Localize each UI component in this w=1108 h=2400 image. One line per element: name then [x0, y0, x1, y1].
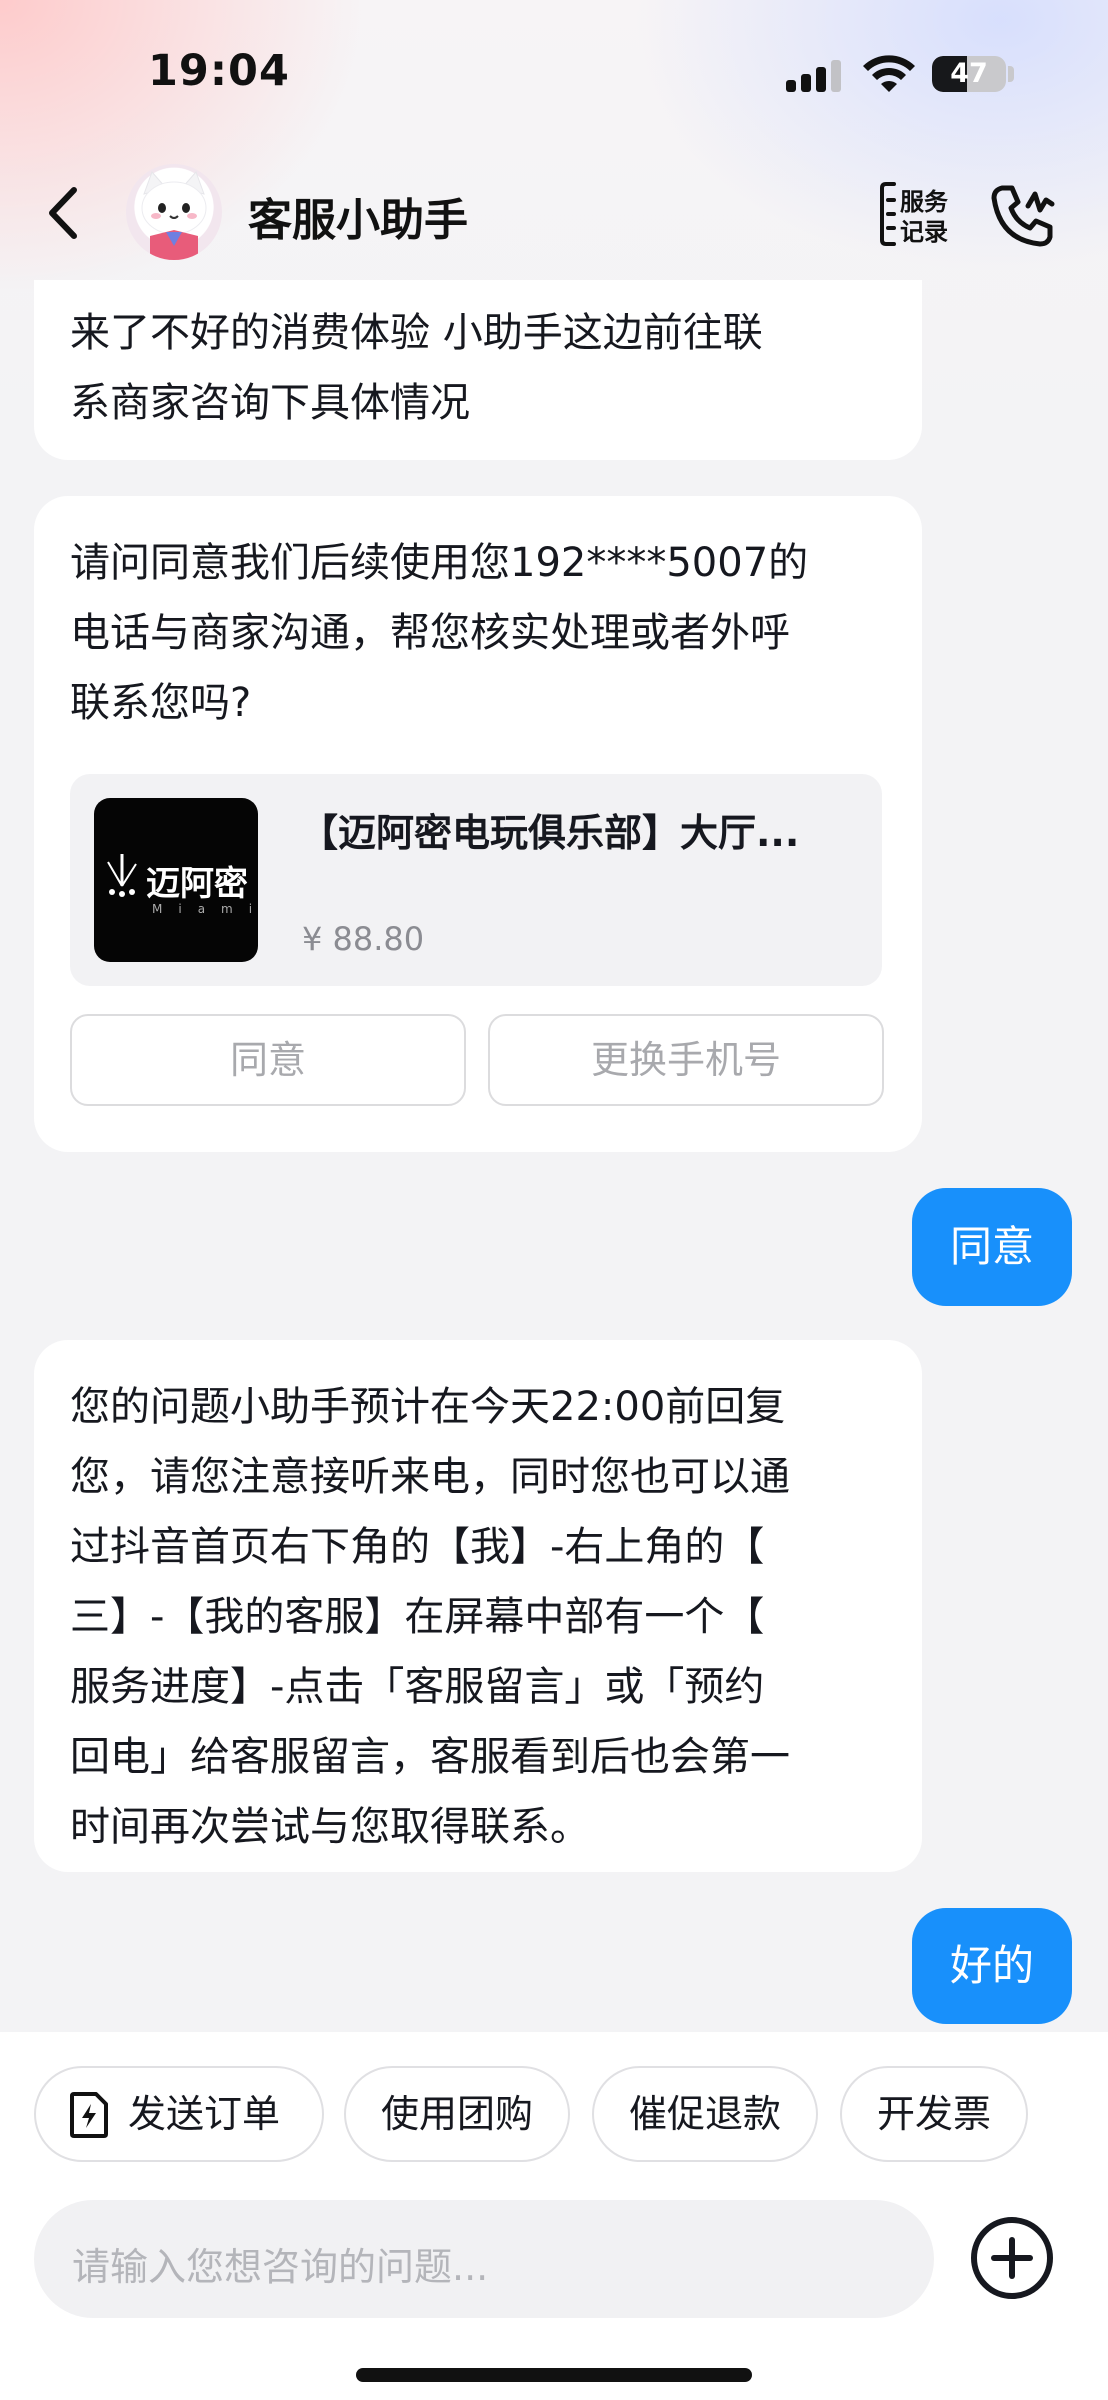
message-text: 您的问题小助手预计在今天22:00前回复 您，请您注意接听来电，同时您也可以通 … [70, 1372, 894, 1862]
logo-burst-icon [107, 854, 137, 897]
service-record-label-1: 服务 [900, 188, 949, 216]
service-record-label-2: 记录 [900, 218, 948, 246]
product-logo-subtext: Miami [152, 902, 258, 916]
battery-icon: 47 [932, 56, 1006, 92]
product-image: 迈阿密 Miami [94, 798, 258, 962]
cat-mascot-icon [141, 171, 207, 260]
user-message-bubble: 同意 [912, 1188, 1072, 1306]
home-indicator [356, 2368, 752, 2382]
product-logo-text: 迈阿密 [146, 864, 248, 904]
message-line: 时间再次尝试与您取得联系。 [70, 1804, 590, 1850]
add-icon[interactable] [968, 2214, 1056, 2302]
product-price: ¥ 88.80 [302, 920, 425, 958]
bottom-panel: 发送订单 使用团购 催促退款 开发票 请输入您想咨询的问题... [0, 2032, 1108, 2400]
status-time: 19:04 [148, 46, 290, 96]
back-icon[interactable] [40, 180, 90, 246]
message-line: 系商家咨询下具体情况 [70, 380, 470, 426]
chat-area[interactable]: 小助手这边了解情况了 非常抱歉给您带 来了不好的消费体验 小助手这边前往联 系商… [0, 280, 1108, 2032]
signal-icon [786, 60, 841, 92]
send-order-button[interactable]: 发送订单 [34, 2066, 324, 2162]
message-bubble: 请问同意我们后续使用您192****5007的 电话与商家沟通，帮您核实处理或者… [34, 496, 922, 1152]
phone-icon[interactable] [988, 180, 1060, 250]
use-groupbuy-button[interactable]: 使用团购 [344, 2066, 570, 2162]
message-bubble: 您的问题小助手预计在今天22:00前回复 您，请您注意接听来电，同时您也可以通 … [34, 1340, 922, 1872]
page-title: 客服小助手 [248, 195, 468, 246]
message-line: 请问同意我们后续使用您192****5007的 [70, 540, 809, 586]
message-line: 联系您吗? [70, 680, 252, 726]
user-message-bubble: 好的 [912, 1908, 1072, 2024]
message-line: 您的问题小助手预计在今天22:00前回复 [70, 1384, 786, 1430]
send-order-label: 发送订单 [127, 2092, 280, 2136]
product-card[interactable]: 迈阿密 Miami 【迈阿密电玩俱乐部】大厅... ¥ 88.80 [70, 774, 882, 986]
product-title: 【迈阿密电玩俱乐部】大厅... [300, 811, 800, 855]
nav-bar: 客服小助手 服务 记录 [0, 150, 1108, 280]
screen: 19:04 47 客服小助手 服务 记录 来了不好的消费体验 小助手这边前往联 … [0, 0, 1108, 2400]
order-icon [70, 2092, 108, 2138]
message-line: 三】-【我的客服】在屏幕中部有一个【 [70, 1594, 765, 1640]
message-input[interactable]: 请输入您想咨询的问题... [34, 2200, 934, 2318]
message-text: 小助手这边了解情况了 非常抱歉给您带 来了不好的消费体验 小助手这边前往联 系商… [70, 280, 894, 438]
avatar[interactable] [126, 164, 222, 260]
message-line: 电话与商家沟通，帮您核实处理或者外呼 [70, 610, 790, 656]
message-line: 过抖音首页右下角的【我】-右上角的【 [70, 1524, 765, 1570]
message-line: 您，请您注意接听来电，同时您也可以通 [70, 1454, 790, 1500]
battery-tip [1008, 66, 1014, 82]
input-placeholder: 请输入您想咨询的问题... [72, 2245, 489, 2289]
agree-button[interactable]: 同意 [70, 1014, 466, 1106]
message-bubble: 小助手这边了解情况了 非常抱歉给您带 来了不好的消费体验 小助手这边前往联 系商… [34, 280, 922, 460]
status-bar: 19:04 47 [0, 0, 1108, 150]
message-line: 小助手这边了解情况了 非常抱歉给您带 [70, 280, 894, 298]
invoice-button[interactable]: 开发票 [840, 2066, 1028, 2162]
service-record-icon[interactable]: 服务 记录 [880, 178, 960, 250]
message-text: 请问同意我们后续使用您192****5007的 电话与商家沟通，帮您核实处理或者… [70, 528, 894, 738]
urge-refund-button[interactable]: 催促退款 [592, 2066, 818, 2162]
message-line: 回电」给客服留言，客服看到后也会第一 [70, 1734, 790, 1780]
message-line: 服务进度】-点击「客服留言」或「预约 [70, 1664, 765, 1710]
change-phone-button[interactable]: 更换手机号 [488, 1014, 884, 1106]
message-line: 来了不好的消费体验 小助手这边前往联 [70, 310, 763, 356]
battery-level: 47 [950, 58, 988, 89]
wifi-icon [863, 55, 915, 92]
